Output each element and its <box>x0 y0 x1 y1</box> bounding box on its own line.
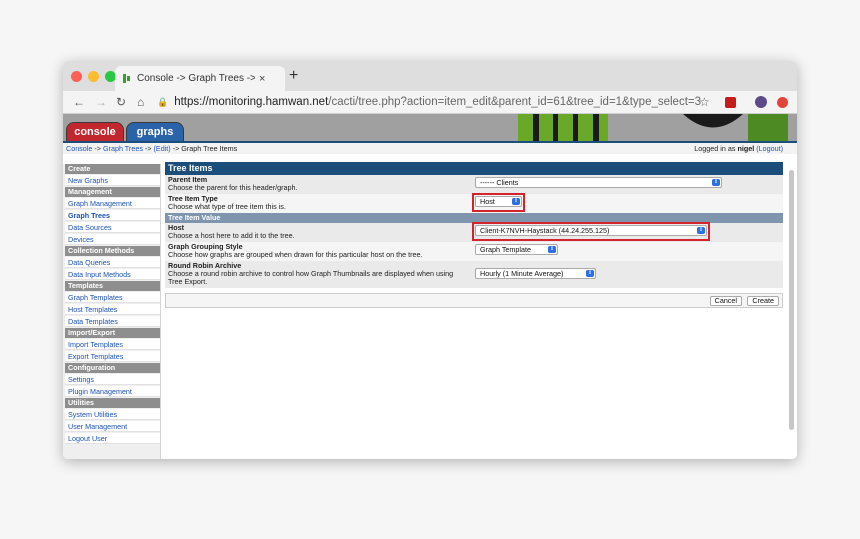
home-icon[interactable]: ⌂ <box>137 95 144 109</box>
sidebar-item-data-templates[interactable]: Data Templates <box>65 316 160 327</box>
bookmark-star-icon[interactable]: ☆ <box>699 95 710 109</box>
url-path: /cacti/tree.php?action=item_edit&parent_… <box>328 96 702 108</box>
host-row: Host Choose a host here to add it to the… <box>165 222 783 242</box>
breadcrumb-separator: -> <box>170 144 182 153</box>
parent-item-value: ------ Clients <box>480 178 519 187</box>
chevron-updown-icon: ⇕ <box>712 179 720 186</box>
close-window-icon[interactable] <box>71 71 82 82</box>
breadcrumb-current: Graph Tree Items <box>181 144 238 153</box>
sidebar-item-data-queries[interactable]: Data Queries <box>65 257 160 268</box>
host-desc: Choose a host here to add it to the tree… <box>168 231 295 240</box>
grouping-desc: Choose how graphs are grouped when drawn… <box>168 250 423 259</box>
parent-item-row: Parent Item Choose the parent for this h… <box>165 175 783 194</box>
logout-link[interactable]: (Logout) <box>756 144 783 153</box>
cacti-banner: console graphs <box>63 114 797 141</box>
sidebar-item-host-templates[interactable]: Host Templates <box>65 304 160 315</box>
breadcrumb-separator: -> <box>142 144 154 153</box>
grouping-row: Graph Grouping Style Choose how graphs a… <box>165 242 783 261</box>
sidebar-section-header: Configuration <box>65 363 160 373</box>
grouping-value: Graph Template <box>480 245 532 254</box>
parent-item-desc: Choose the parent for this header/graph. <box>168 183 298 192</box>
tab-bar: Console -> Graph Trees -> (Edit) × + <box>63 61 797 91</box>
sidebar-item-user-management[interactable]: User Management <box>65 421 160 432</box>
sidebar-item-graph-management[interactable]: Graph Management <box>65 198 160 209</box>
update-alert-icon[interactable] <box>777 97 788 108</box>
tree-items-form: Tree Items Parent Item Choose the parent… <box>165 162 783 308</box>
sidebar-item-graph-templates[interactable]: Graph Templates <box>65 292 160 303</box>
breadcrumb: Console -> Graph Trees -> (Edit) -> Grap… <box>63 141 797 154</box>
url-host: https://monitoring.hamwan.net <box>174 96 329 108</box>
address-bar-row: ← → ↻ ⌂ 🔒 https://monitoring.hamwan.net /… <box>63 91 797 114</box>
sidebar-section-header: Management <box>65 187 160 197</box>
login-status: Logged in as nigel (Logout) <box>694 144 783 153</box>
parent-item-select[interactable]: ------ Clients ⇕ <box>475 177 722 188</box>
minimize-window-icon[interactable] <box>88 71 99 82</box>
url-field[interactable]: 🔒 https://monitoring.hamwan.net/cacti/tr… <box>157 93 717 111</box>
sidebar-section-header: Collection Methods <box>65 246 160 256</box>
sidebar-item-settings[interactable]: Settings <box>65 374 160 385</box>
sidebar-item-devices[interactable]: Devices <box>65 234 160 245</box>
browser-tab[interactable]: Console -> Graph Trees -> (Edit) × <box>115 66 285 91</box>
breadcrumb-edit[interactable]: (Edit) <box>154 144 171 153</box>
breadcrumb-graph-trees[interactable]: Graph Trees <box>103 144 143 153</box>
rra-value: Hourly (1 Minute Average) <box>480 269 564 278</box>
create-button[interactable]: Create <box>747 296 779 306</box>
rra-desc: Choose a round robin archive to control … <box>168 269 454 286</box>
cancel-button[interactable]: Cancel <box>709 296 742 306</box>
page-content: console graphs Console -> Graph Trees ->… <box>63 114 797 459</box>
sidebar-item-system-utilities[interactable]: System Utilities <box>65 409 160 420</box>
breadcrumb-console[interactable]: Console <box>66 144 92 153</box>
rra-row: Round Robin Archive Choose a round robin… <box>165 261 783 288</box>
highlight-box <box>472 222 710 241</box>
profile-avatar-icon[interactable] <box>755 96 767 108</box>
new-tab-icon[interactable]: + <box>289 67 298 85</box>
sidebar-item-export-templates[interactable]: Export Templates <box>65 351 160 362</box>
browser-window: Console -> Graph Trees -> (Edit) × + ← →… <box>63 61 797 459</box>
sidebar-item-import-templates[interactable]: Import Templates <box>65 339 160 350</box>
chevron-updown-icon: ⇕ <box>586 270 594 277</box>
tab-close-icon[interactable]: × <box>259 73 265 85</box>
login-prefix: Logged in as <box>694 144 738 153</box>
breadcrumb-separator: -> <box>92 144 103 153</box>
sidebar-item-logout-user[interactable]: Logout User <box>65 433 160 444</box>
form-title: Tree Items <box>165 162 783 175</box>
sidebar-item-new-graphs[interactable]: New Graphs <box>65 175 160 186</box>
back-icon[interactable]: ← <box>73 95 85 109</box>
console-tab[interactable]: console <box>66 122 124 141</box>
graphs-tab[interactable]: graphs <box>126 122 184 141</box>
form-actions: Cancel Create <box>165 293 783 308</box>
login-user: nigel <box>737 144 755 153</box>
tab-title: Console -> Graph Trees -> (Edit) <box>137 73 255 84</box>
highlight-box <box>472 193 525 212</box>
grouping-select[interactable]: Graph Template ⇕ <box>475 244 558 255</box>
ublock-extension-icon[interactable] <box>725 97 736 108</box>
rra-select[interactable]: Hourly (1 Minute Average) ⇕ <box>475 268 596 279</box>
tree-item-type-desc: Choose what type of tree item this is. <box>168 202 286 211</box>
sidebar-item-plugin-management[interactable]: Plugin Management <box>65 386 160 397</box>
scrollbar[interactable] <box>789 170 794 430</box>
sidebar-section-header: Templates <box>65 281 160 291</box>
forward-icon[interactable]: → <box>95 95 107 109</box>
reload-icon[interactable]: ↻ <box>116 95 126 109</box>
sidebar-section-header: Create <box>65 164 160 174</box>
sidebar-item-data-sources[interactable]: Data Sources <box>65 222 160 233</box>
sidebar-item-data-input-methods[interactable]: Data Input Methods <box>65 269 160 280</box>
sidebar-item-graph-trees[interactable]: Graph Trees <box>65 210 160 221</box>
sidebar-section-header: Import/Export <box>65 328 160 338</box>
chevron-updown-icon: ⇕ <box>548 246 556 253</box>
tree-item-type-row: Tree Item Type Choose what type of tree … <box>165 193 783 213</box>
lock-icon: 🔒 <box>157 96 169 107</box>
sidebar-menu: Create New Graphs Management Graph Manageme… <box>63 164 161 459</box>
sidebar-section-header: Utilities <box>65 398 160 408</box>
cacti-favicon-icon <box>123 74 130 83</box>
